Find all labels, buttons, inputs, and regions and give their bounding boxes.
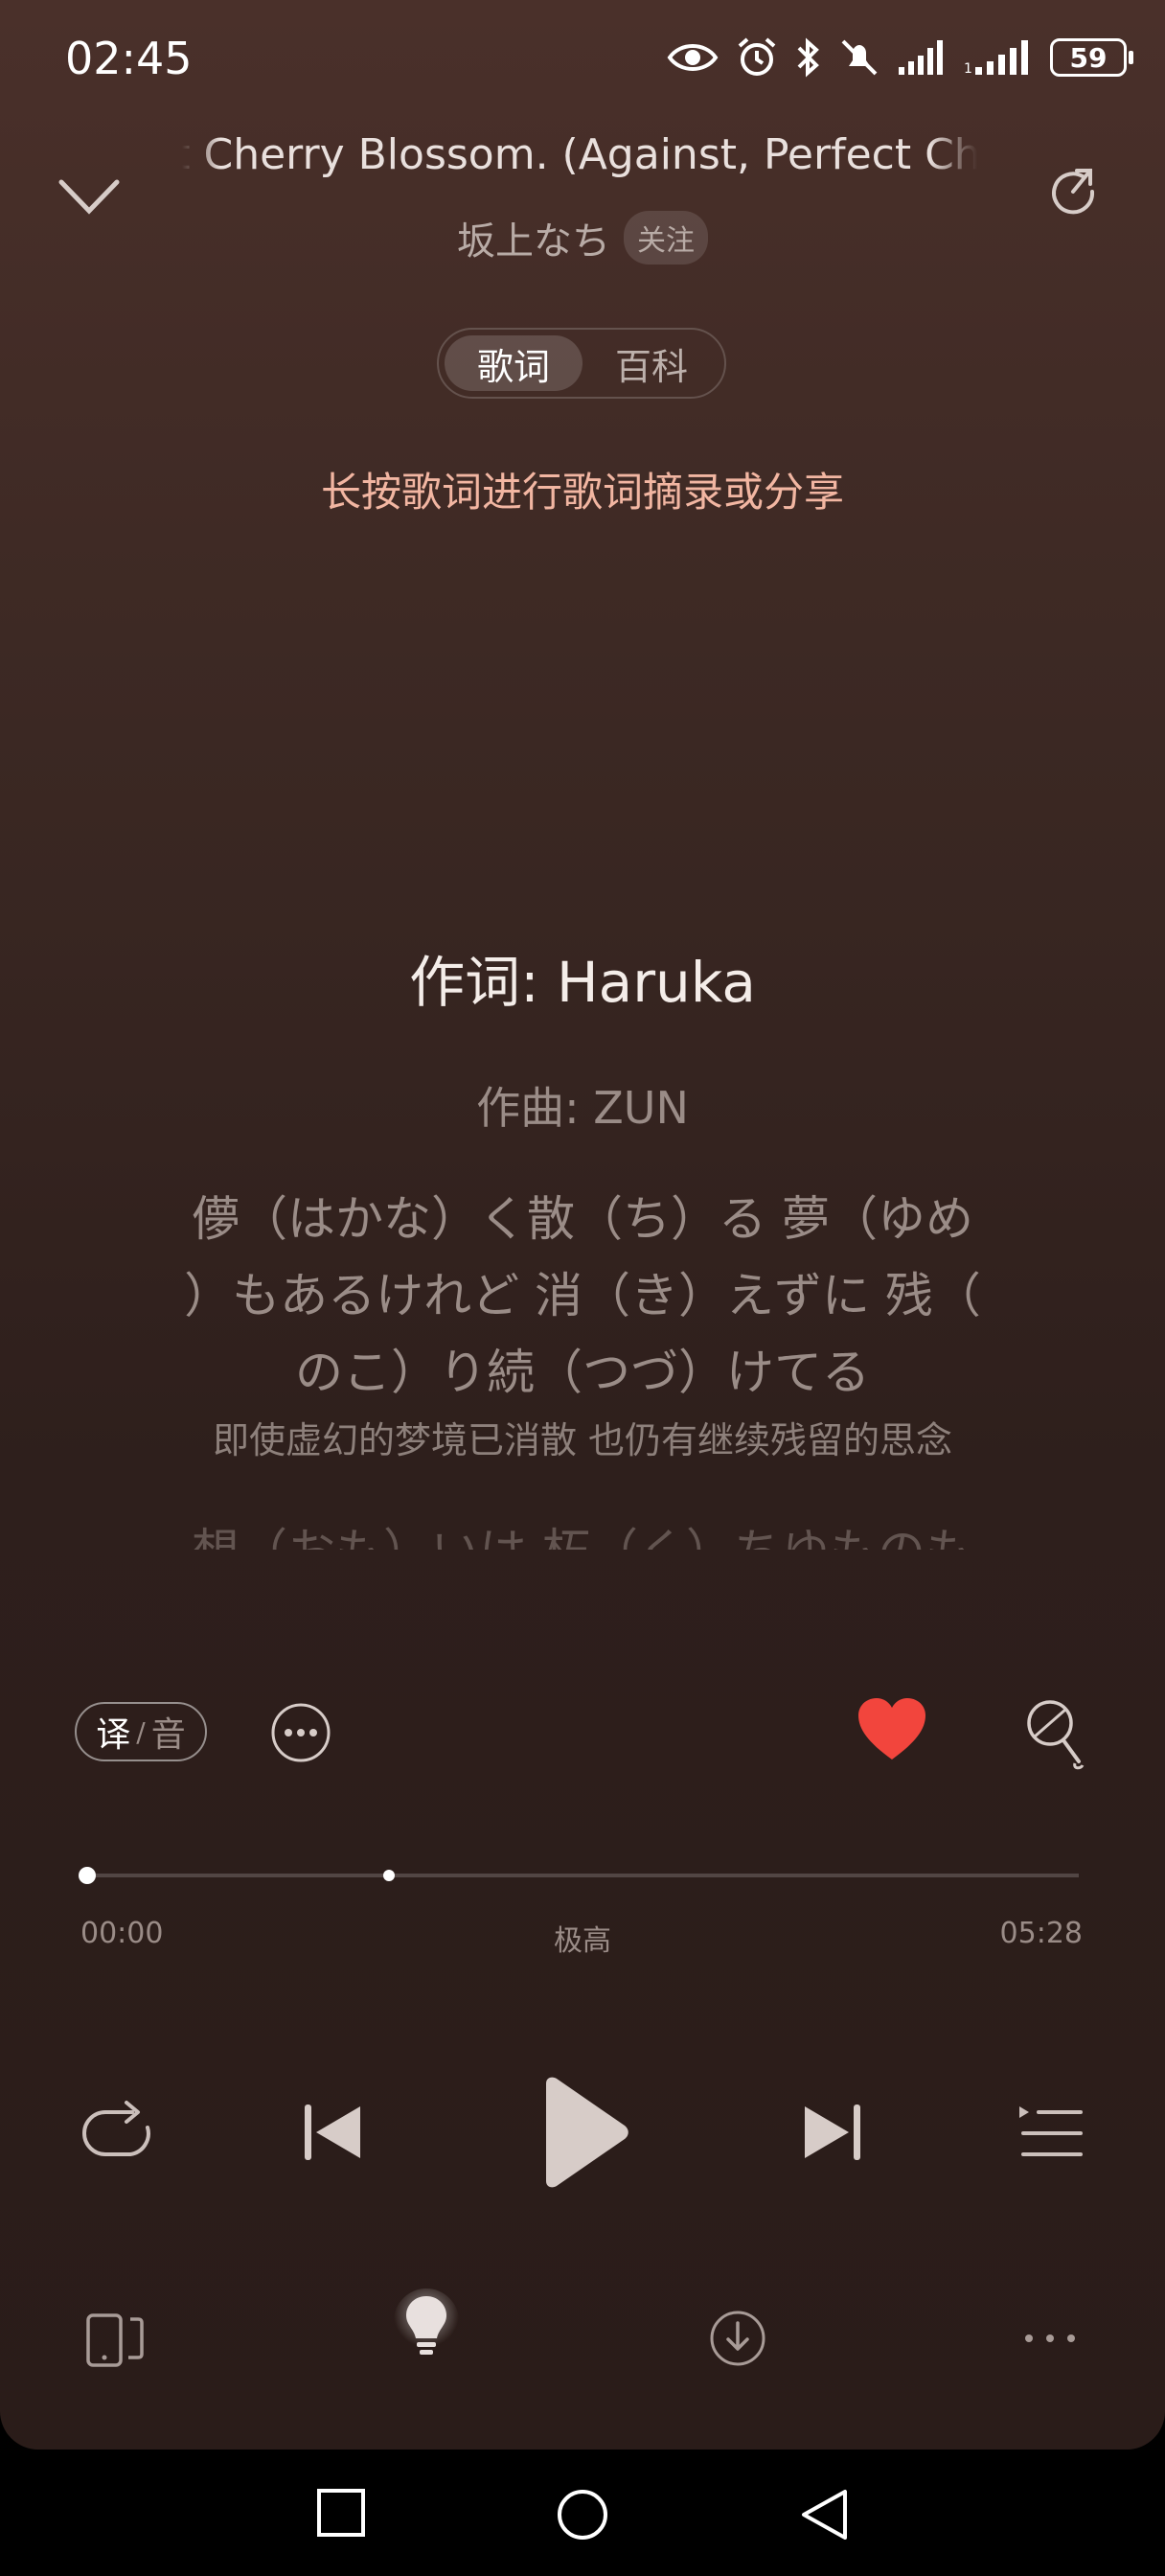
follow-button[interactable]: 关注: [624, 211, 708, 264]
mute-icon: [841, 39, 878, 76]
translate-phonetic-toggle[interactable]: 译 / 音: [75, 1702, 207, 1761]
eye-icon: [667, 44, 719, 71]
lyric-verse-line: ）もあるけれど 消（き）えずに 残（: [184, 1268, 981, 1323]
lyric-line-next[interactable]: 想（おも）いは 朽（く）ちゆものも: [0, 1513, 1165, 1550]
svg-text:1: 1: [964, 61, 972, 77]
more-options-icon[interactable]: [270, 1702, 331, 1763]
recents-square-icon[interactable]: [316, 2488, 366, 2538]
signal-icon: 1: [964, 40, 1028, 77]
audio-quality[interactable]: 极高: [0, 1917, 1165, 1959]
translate-label: 译: [96, 1715, 131, 1755]
toggle-separator: /: [136, 1715, 146, 1748]
bulb-icon[interactable]: [393, 2288, 460, 2365]
player-screen: 02:45 1 59 ect Cherry Blossom. (Against,…: [0, 0, 1165, 2450]
signal-icon: [899, 40, 943, 75]
lyric-line-verse[interactable]: 儚（はかな）く散（ち）る 夢（ゆめ ）もあるけれど 消（き）えずに 残（ のこ）…: [0, 1181, 1165, 1411]
progress-thumb[interactable]: [79, 1867, 96, 1884]
system-navigation-bar: [0, 2450, 1165, 2576]
progress-track[interactable]: [86, 1874, 1079, 1877]
status-time: 02:45: [65, 33, 193, 84]
home-circle-icon[interactable]: [556, 2488, 609, 2542]
progress-buffer-marker: [383, 1870, 395, 1881]
lyric-translation: 即使虚幻的梦境已消散 也仍有继续残留的思念: [212, 1419, 953, 1461]
lyrics-panel[interactable]: 作词: Haruka 作曲: ZUN 儚（はかな）く散（ち）る 夢（ゆめ ）もあ…: [0, 939, 1165, 1550]
karaoke-mic-icon[interactable]: [1021, 1698, 1088, 1771]
lyric-verse-line: のこ）り続（つづ）けてる: [295, 1345, 870, 1400]
lyric-line-lyricist[interactable]: 作词: Haruka: [0, 939, 1165, 1025]
artist-name[interactable]: 坂上なち: [457, 210, 610, 265]
like-heart-icon[interactable]: [857, 1696, 927, 1763]
previous-track-icon[interactable]: [299, 2099, 366, 2166]
device-cast-icon[interactable]: [84, 2308, 146, 2369]
song-title: ect Cherry Blossom. (Against, Perfect Ch…: [182, 130, 977, 179]
back-triangle-icon[interactable]: [799, 2488, 849, 2542]
status-icons: 1 59: [667, 29, 1133, 86]
song-title-marquee: ect Cherry Blossom. (Against, Perfect Ch…: [182, 125, 977, 192]
artist-row: 坂上なち 关注: [0, 209, 1165, 266]
tab-lyrics[interactable]: 歌词: [445, 335, 582, 391]
play-icon[interactable]: [537, 2076, 632, 2189]
alarm-icon: [738, 37, 776, 76]
battery-indicator: 59: [1050, 38, 1133, 77]
repeat-icon[interactable]: [79, 2099, 155, 2166]
phonetic-label: 音: [150, 1715, 186, 1755]
more-horizontal-icon[interactable]: [1021, 2329, 1079, 2348]
playlist-icon[interactable]: [1017, 2099, 1085, 2166]
status-bar: 02:45 1 59: [0, 0, 1165, 115]
lyric-line-composer[interactable]: 作曲: ZUN: [0, 1073, 1165, 1137]
next-track-icon[interactable]: [799, 2099, 866, 2166]
lyric-verse-line: 儚（はかな）く散（ち）る 夢（ゆめ: [192, 1191, 973, 1247]
tab-wiki[interactable]: 百科: [582, 335, 720, 391]
lyrics-hint: 长按歌词进行歌词摘录或分享: [320, 469, 844, 516]
duration: 05:28: [999, 1917, 1083, 1950]
tab-switcher: 歌词 百科: [437, 328, 726, 399]
bluetooth-icon: [797, 37, 819, 78]
battery-level: 59: [1069, 41, 1108, 74]
download-icon[interactable]: [709, 2310, 766, 2367]
